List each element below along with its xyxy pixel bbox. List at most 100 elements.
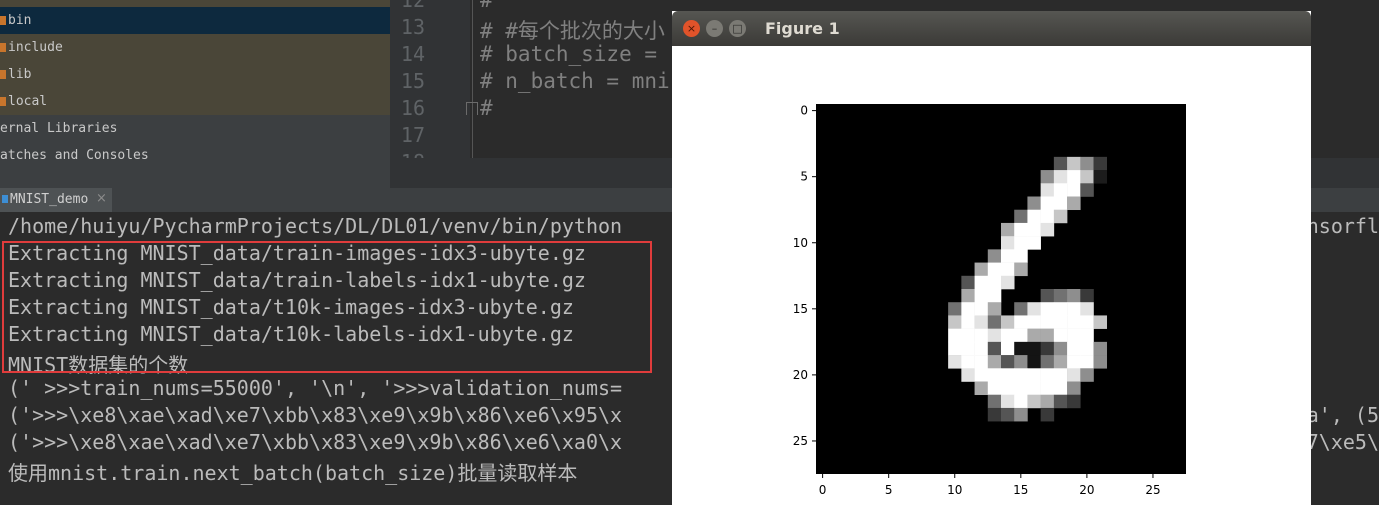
- pixel: [1040, 355, 1055, 369]
- pixel: [974, 262, 989, 277]
- pixel: [948, 355, 962, 369]
- pixel: [1067, 341, 1081, 356]
- pixel: [1001, 394, 1015, 409]
- pixel: [961, 341, 975, 356]
- code-line[interactable]: #: [480, 0, 493, 12]
- pixel: [1014, 315, 1028, 329]
- x-tick-label: 10: [947, 483, 962, 497]
- pixel: [1093, 170, 1108, 184]
- pixel: [974, 328, 989, 343]
- tree-item[interactable]: local: [0, 88, 390, 115]
- pixel: [1067, 289, 1081, 303]
- console-line: (' >>>train_nums=55000', '\n', '>>>valid…: [8, 376, 623, 400]
- y-tick-label: 10: [793, 236, 808, 250]
- pixel: [1067, 381, 1081, 396]
- tab-mnist-demo[interactable]: MNIST_demo ×: [0, 188, 112, 212]
- code-line[interactable]: # n_batch = mni: [480, 69, 670, 93]
- python-file-icon: [2, 195, 8, 203]
- tree-item[interactable]: bin: [0, 7, 390, 34]
- y-tick-label: 0: [800, 104, 808, 118]
- pixel: [987, 381, 1002, 396]
- pixel: [974, 275, 989, 290]
- line-number: 13: [400, 15, 425, 39]
- code-line[interactable]: # #每个批次的大小: [480, 15, 665, 45]
- pixel: [1080, 302, 1094, 316]
- pixel: [1040, 315, 1055, 329]
- pixel: [1014, 209, 1028, 224]
- pixel: [961, 302, 975, 316]
- pixel: [948, 315, 962, 329]
- pixel: [1040, 407, 1055, 422]
- pixel: [1027, 381, 1041, 396]
- console-line-overflow: 7\xe5\: [1306, 430, 1379, 454]
- close-window-button[interactable]: ×: [683, 20, 700, 37]
- pixel: [987, 262, 1002, 277]
- pixel: [1001, 341, 1015, 356]
- pixel: [961, 315, 975, 329]
- folder-icon: [0, 97, 6, 106]
- console-line: 使用mnist.train.next_batch(batch_size)批量读取…: [8, 461, 578, 485]
- code-line[interactable]: # batch_size =: [480, 42, 657, 66]
- pixel: [1027, 394, 1041, 409]
- pixel: [1040, 183, 1055, 197]
- figure-window[interactable]: × – □ Figure 1 0 5 10 15 20 25 0 5 10 15 20 25: [672, 11, 1311, 505]
- x-tick-label: 15: [1013, 483, 1028, 497]
- pixel: [974, 289, 989, 303]
- pixel: [974, 368, 989, 382]
- pixel: [1014, 368, 1028, 382]
- minimize-window-button[interactable]: –: [706, 20, 723, 37]
- pixel: [987, 275, 1002, 290]
- pixel: [1001, 368, 1015, 382]
- pixel: [1001, 262, 1015, 277]
- fold-marker-icon[interactable]: [466, 102, 478, 115]
- pixel: [987, 315, 1002, 329]
- pixel: [974, 302, 989, 316]
- pixel: [987, 407, 1002, 422]
- pixel: [948, 328, 962, 343]
- tree-item[interactable]: atches and Consoles: [0, 142, 390, 169]
- pixel: [1001, 328, 1015, 343]
- pixel: [1040, 381, 1055, 396]
- pixel: [1001, 407, 1015, 422]
- pixel: [1014, 222, 1028, 237]
- pixel: [1001, 249, 1015, 263]
- tree-item[interactable]: ernal Libraries: [0, 115, 390, 142]
- pixel: [948, 341, 962, 356]
- pixel: [948, 302, 962, 316]
- pixel: [1067, 196, 1081, 211]
- x-tick-label: 25: [1145, 483, 1160, 497]
- pixel: [961, 328, 975, 343]
- pixel: [1001, 315, 1015, 329]
- pixel: [1014, 394, 1028, 409]
- y-tick-label: 5: [800, 170, 808, 184]
- console-line: ('>>>\xe8\xae\xad\xe7\xbb\x83\xe9\x9b\x8…: [8, 403, 623, 427]
- console-line-overflow: nsorfl: [1306, 214, 1379, 238]
- pixel: [1001, 275, 1015, 290]
- gutter-divider: [472, 0, 473, 160]
- project-tree: bin include lib local ernal Libraries atches …: [0, 0, 390, 188]
- pixel: [1014, 249, 1028, 263]
- pixel: [1053, 341, 1068, 356]
- window-titlebar[interactable]: × – □ Figure 1: [672, 11, 1311, 46]
- tab-label: MNIST_demo: [10, 192, 89, 207]
- pixel: [987, 289, 1002, 303]
- pixel: [1067, 328, 1081, 343]
- window-title: Figure 1: [765, 19, 840, 38]
- pixel: [1014, 236, 1028, 250]
- line-number: 16: [400, 96, 425, 120]
- tree-item[interactable]: lib: [0, 61, 390, 88]
- pixel: [1001, 236, 1015, 250]
- maximize-window-button[interactable]: □: [729, 20, 746, 37]
- pixel: [1040, 289, 1055, 303]
- close-icon[interactable]: ×: [96, 191, 107, 206]
- pixel: [974, 381, 989, 396]
- pixel: [1027, 196, 1041, 211]
- tree-item[interactable]: include: [0, 34, 390, 61]
- y-tick-label: 15: [793, 302, 808, 316]
- pixel: [1001, 381, 1015, 396]
- pixel: [1027, 341, 1041, 356]
- console-line: ('>>>\xe8\xae\xad\xe7\xbb\x83\xe9\x9b\x8…: [8, 430, 623, 454]
- code-line[interactable]: #: [480, 96, 493, 120]
- pixel: [1093, 315, 1108, 329]
- pixel: [1040, 302, 1055, 316]
